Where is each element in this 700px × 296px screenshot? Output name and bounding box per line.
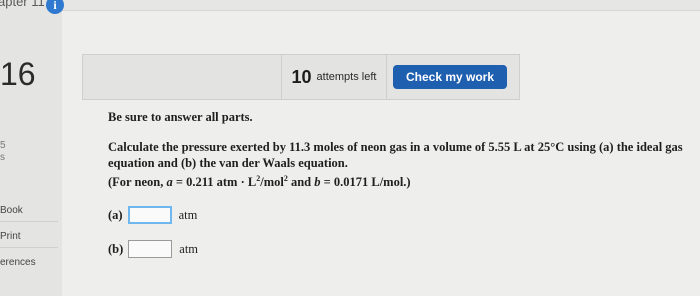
assignment-page: apter 11 i 16 5 s Book Print erences 10 … bbox=[0, 0, 700, 296]
unit-label-b: atm bbox=[179, 241, 199, 256]
instruction-text: Be sure to answer all parts. bbox=[108, 110, 253, 124]
and-text: and bbox=[287, 175, 315, 190]
a-unit-tail: /mol bbox=[260, 175, 284, 190]
a-value: = 0.211 atm · L bbox=[172, 175, 257, 190]
b-value: = 0.0171 L/mol.) bbox=[320, 175, 411, 190]
answer-input-a[interactable] bbox=[127, 206, 172, 224]
points-value: 5 bbox=[0, 140, 6, 151]
part-label-a: (a) bbox=[108, 207, 123, 222]
question-number: 16 bbox=[0, 56, 36, 92]
answer-row-a: (a) atm bbox=[108, 206, 197, 224]
chapter-label: apter 11 bbox=[0, 0, 45, 9]
sidebar-item-references[interactable]: erences bbox=[0, 257, 36, 268]
top-strip bbox=[62, 0, 700, 11]
attempts-label: attempts left bbox=[316, 71, 377, 83]
attempts-number: 10 bbox=[291, 66, 312, 87]
problem-statement: Calculate the pressure exerted by 11.3 m… bbox=[108, 139, 683, 190]
answer-input-b[interactable] bbox=[128, 240, 173, 258]
check-my-work-button[interactable]: Check my work bbox=[393, 65, 507, 89]
answer-row-b: (b) atm bbox=[108, 240, 198, 258]
question-sidebar: apter 11 i 16 5 s Book Print erences bbox=[0, 0, 64, 296]
attempts-counter: 10 attempts left bbox=[281, 55, 387, 99]
constants-prefix: (For neon, bbox=[108, 175, 167, 190]
problem-main-text: Calculate the pressure exerted by 11.3 m… bbox=[108, 140, 683, 170]
unit-label-a: atm bbox=[178, 207, 198, 222]
points-label: s bbox=[0, 152, 5, 163]
sidebar-item-print[interactable]: Print bbox=[0, 231, 21, 242]
part-label-b: (b) bbox=[108, 241, 124, 256]
info-icon[interactable]: i bbox=[46, 0, 64, 14]
sidebar-divider bbox=[0, 221, 58, 222]
question-header-bar: 10 attempts left Check my work bbox=[82, 54, 520, 100]
sidebar-item-ebook[interactable]: Book bbox=[0, 205, 23, 216]
sidebar-divider bbox=[0, 247, 58, 248]
